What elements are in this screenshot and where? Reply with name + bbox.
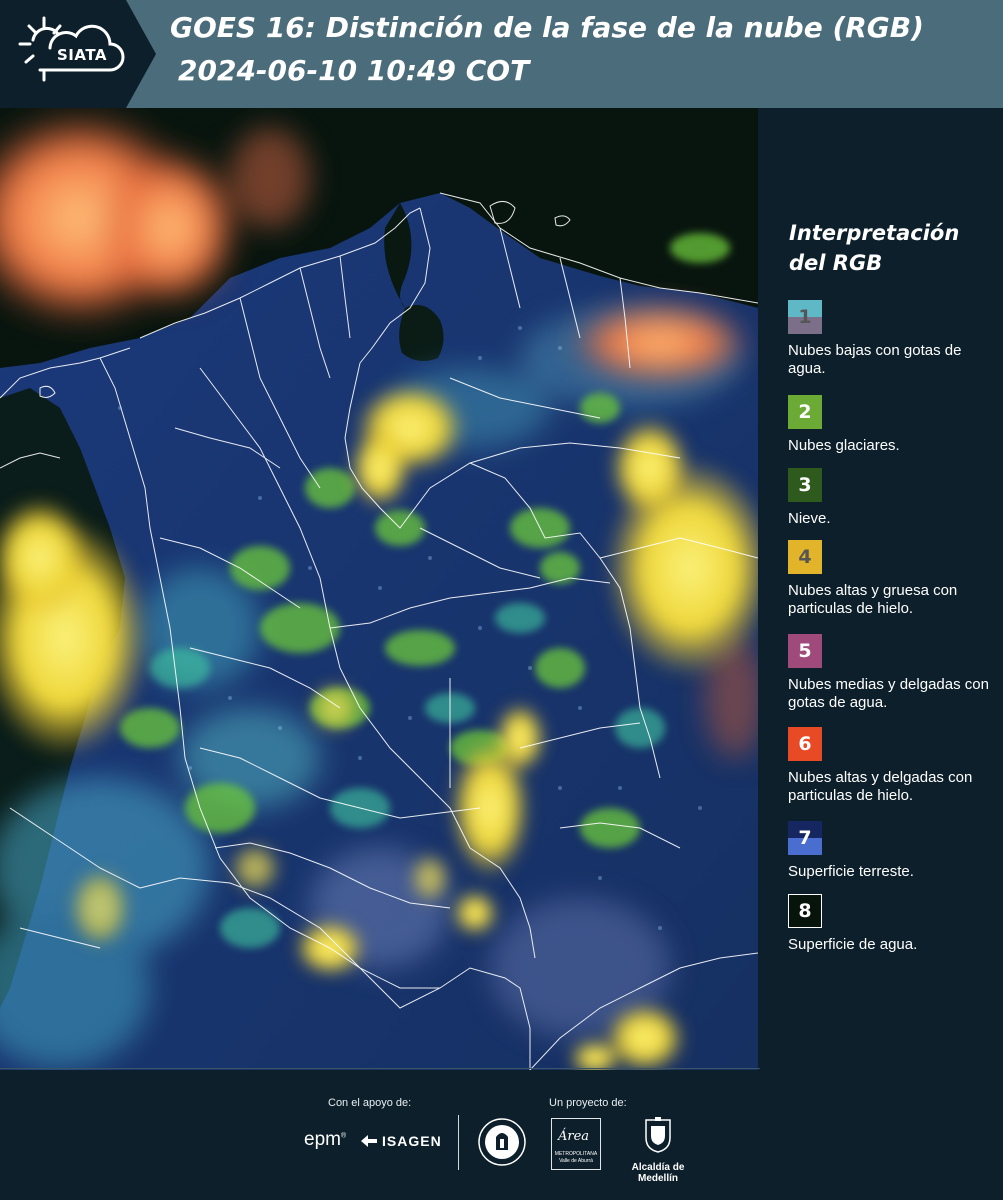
seal-logo: [477, 1117, 527, 1171]
legend-title-line1: Interpretación: [789, 221, 960, 245]
legend-item-5: 5 Nubes medias y delgadas con gotas de a…: [788, 634, 1000, 712]
legend-number-5: 5: [798, 640, 812, 662]
legend-number-4: 4: [798, 546, 812, 568]
legend-item-6: 6 Nubes altas y delgadas con particulas …: [788, 727, 1000, 805]
isagen-icon: [361, 1135, 377, 1147]
legend-swatch-2: 2: [788, 395, 822, 429]
epm-wordmark: epm: [304, 1129, 341, 1150]
legend-label-5: Nubes medias y delgadas con gotas de agu…: [788, 676, 989, 711]
header-bar: SIATA GOES 16: Distinción de la fase de …: [0, 0, 1003, 108]
rgb-composite-image: [0, 108, 758, 1070]
legend-item-1: 1 Nubes bajas con gotas de agua.: [788, 300, 1000, 378]
legend-title-line2: del RGB: [789, 251, 883, 275]
legend-swatch-5: 5: [788, 634, 822, 668]
legend-label-2: Nubes glaciares.: [788, 437, 900, 454]
alcaldia-wordmark: Alcaldía de Medellín: [631, 1162, 685, 1184]
legend-swatch-7: 7: [788, 821, 822, 855]
legend-panel: Interpretación del RGB 1 Nubes bajas con…: [760, 108, 1003, 1070]
legend-item-3: 3 Nieve.: [788, 468, 1000, 528]
legend-label-3: Nieve.: [788, 510, 831, 527]
legend-swatch-8: 8: [788, 894, 822, 928]
legend-swatch-1: 1: [788, 300, 822, 334]
legend-label-7: Superficie terreste.: [788, 863, 914, 880]
area-metropolitana-logo: Área METROPOLITANA Valle de Aburrá: [551, 1118, 601, 1170]
footer-divider: [458, 1115, 459, 1170]
legend-item-8: 8 Superficie de agua.: [788, 894, 1000, 954]
legend-item-4: 4 Nubes altas y gruesa con particulas de…: [788, 540, 1000, 618]
legend-number-2: 2: [798, 401, 812, 423]
legend-label-8: Superficie de agua.: [788, 936, 918, 953]
legend-label-1: Nubes bajas con gotas de agua.: [788, 342, 962, 377]
legend-item-7: 7 Superficie terreste.: [788, 821, 1000, 881]
alcaldia-logo: Alcaldía de Medellín: [612, 1116, 704, 1184]
area-sub-line1: METROPOLITANA: [554, 1151, 598, 1157]
footer: Con el apoyo de: Un proyecto de: epm® IS…: [0, 1070, 1003, 1200]
area-sub-line2: Valle de Aburrá: [559, 1158, 593, 1164]
area-wordmark: Área: [558, 1129, 590, 1144]
map-bottom-rule: [0, 1068, 775, 1069]
legend-title: Interpretación del RGB: [789, 218, 989, 278]
legend-item-2: 2 Nubes glaciares.: [788, 395, 1000, 455]
isagen-logo: ISAGEN: [360, 1133, 442, 1149]
seal-icon: [478, 1118, 526, 1166]
legend-number-3: 3: [798, 474, 812, 496]
legend-number-8: 8: [798, 900, 812, 922]
legend-swatch-6: 6: [788, 727, 822, 761]
page-title: GOES 16: Distinción de la fase de la nub…: [170, 11, 924, 44]
legend-swatch-4: 4: [788, 540, 822, 574]
legend-label-4: Nubes altas y gruesa con particulas de h…: [788, 582, 958, 617]
siata-logo: SIATA: [0, 0, 156, 108]
timestamp: 2024-06-10 10:49 COT: [178, 54, 530, 87]
project-label: Un proyecto de:: [549, 1097, 627, 1109]
legend-swatch-3: 3: [788, 468, 822, 502]
satellite-map: [0, 108, 758, 1070]
isagen-wordmark: ISAGEN: [382, 1133, 442, 1149]
siata-wordmark: SIATA: [56, 46, 107, 64]
legend-number-6: 6: [798, 733, 812, 755]
legend-number-1: 1: [798, 306, 812, 328]
epm-logo: epm®: [304, 1129, 347, 1150]
area-subtitle: METROPOLITANA Valle de Aburrá: [553, 1151, 599, 1165]
coat-of-arms-icon: [645, 1117, 671, 1153]
support-label: Con el apoyo de:: [328, 1097, 412, 1109]
legend-label-6: Nubes altas y delgadas con particulas de…: [788, 769, 973, 804]
legend-number-7: 7: [798, 827, 812, 849]
